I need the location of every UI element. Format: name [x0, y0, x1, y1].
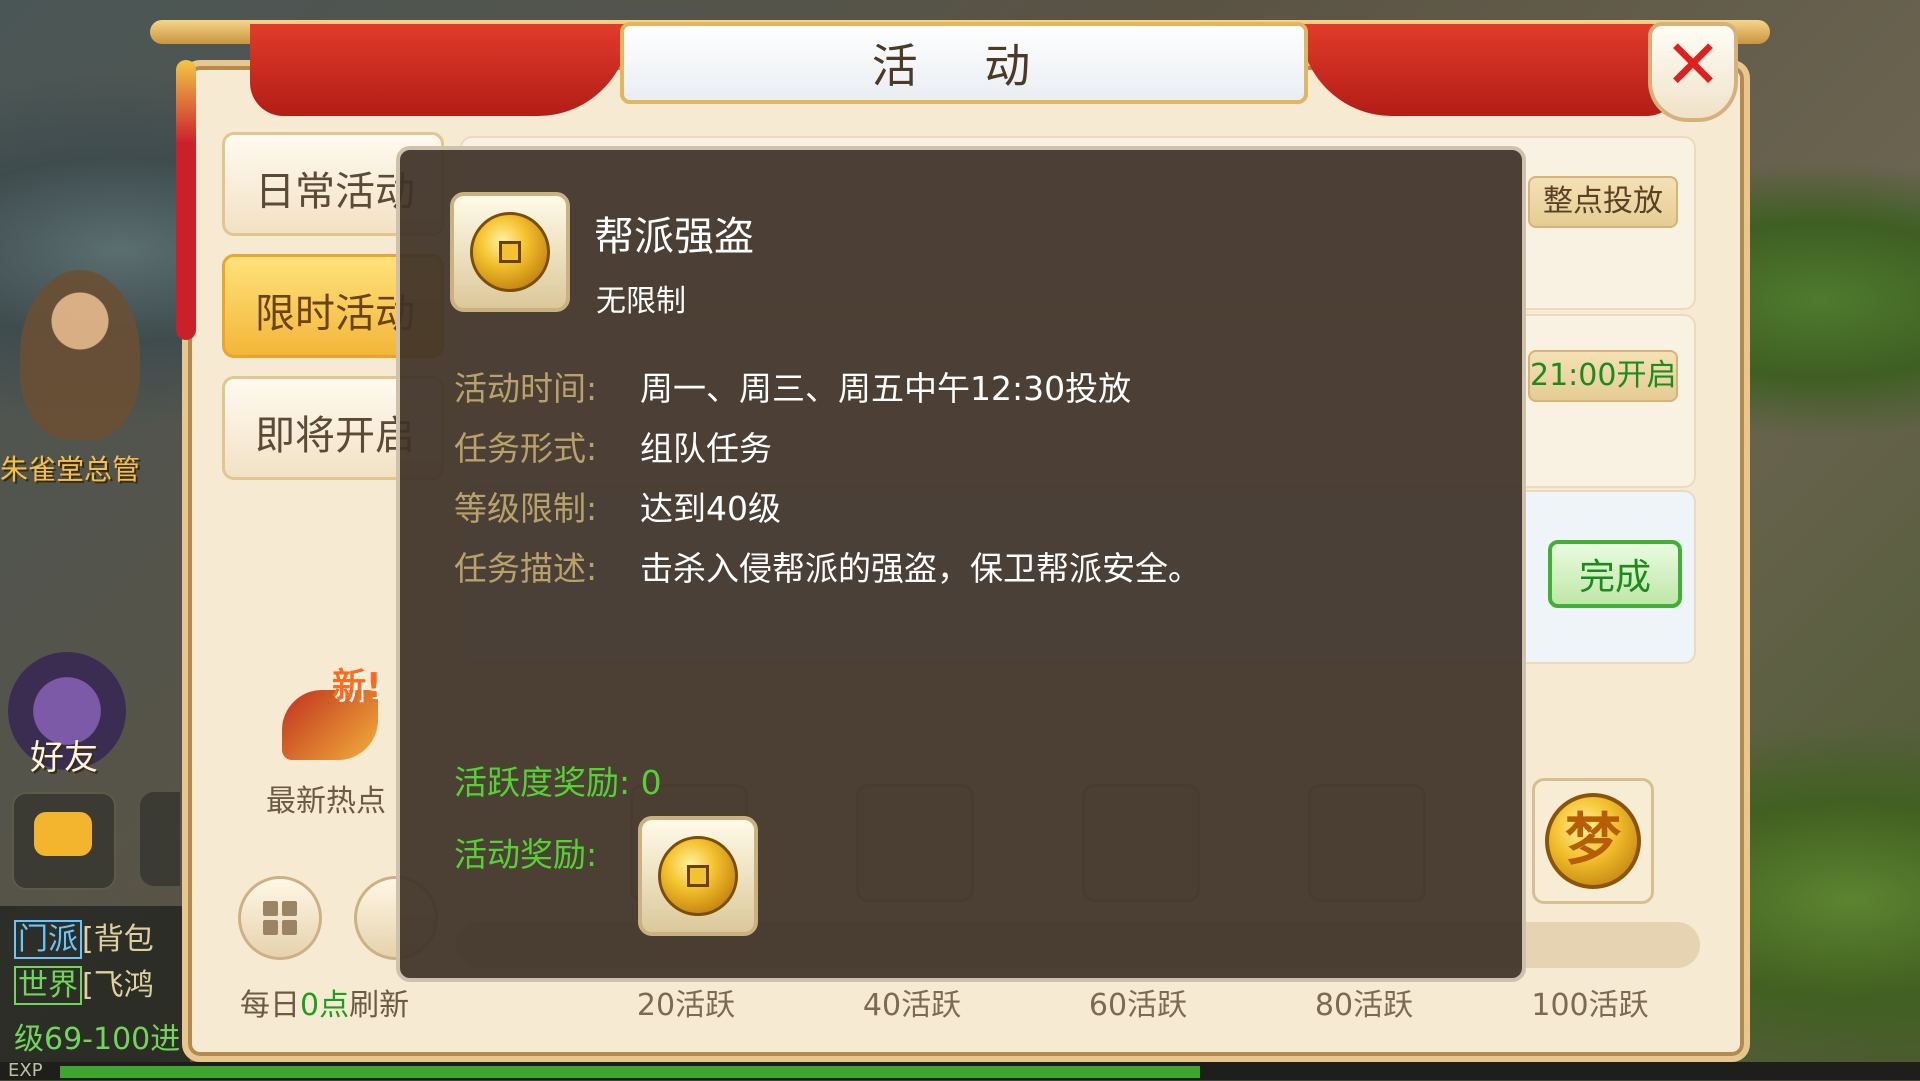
- activity-points-row: 活跃度奖励: 0: [454, 756, 662, 804]
- open-time-label: 21:00开启: [1530, 358, 1677, 393]
- friend-label: 好友: [30, 738, 98, 778]
- npc-name: 朱雀堂总管: [0, 453, 141, 486]
- tab-label: 日常活动: [255, 169, 415, 215]
- coin-hole: [687, 865, 709, 887]
- grid-menu-button[interactable]: [238, 876, 322, 960]
- field-label-level: 等级限制:: [454, 489, 598, 528]
- complete-label: 完成: [1578, 557, 1651, 598]
- hot-news-label: 最新热点: [266, 784, 386, 819]
- field-value-type: 组队任务: [640, 429, 772, 468]
- dream-coin-icon: 梦: [1545, 793, 1641, 889]
- popup-title: 帮派强盗: [594, 214, 754, 260]
- chat-row: 级69-100进: [14, 1022, 181, 1057]
- exp-label: EXP: [8, 1060, 43, 1081]
- curtain-right: [1300, 24, 1680, 116]
- new-badge: 新!: [332, 666, 382, 706]
- field-label-time: 活动时间:: [454, 369, 598, 408]
- curtain-left: [250, 24, 630, 116]
- tick-label: 20活跃: [636, 988, 736, 1023]
- npc-character[interactable]: [20, 270, 140, 440]
- coin-hole: [499, 241, 521, 263]
- open-time-button[interactable]: 21:00开启: [1528, 350, 1678, 402]
- reward-chest-100[interactable]: 梦: [1532, 778, 1654, 904]
- activity-points-label: 活跃度奖励:: [454, 763, 631, 802]
- tick-label: 60活跃: [1088, 988, 1188, 1023]
- tab-label: 即将开启: [255, 413, 415, 459]
- field-value-time: 周一、周三、周五中午12:30投放: [640, 369, 1132, 408]
- tick-label: 40活跃: [862, 988, 962, 1023]
- gold-coin-icon: [658, 836, 738, 916]
- popup-subtitle: 无限制: [596, 284, 686, 319]
- activity-icon-frame: [450, 192, 570, 312]
- hourly-drop-label: 整点投放: [1543, 184, 1663, 219]
- exp-bar-fill: [60, 1066, 1200, 1078]
- dream-coin-char: 梦: [1565, 808, 1621, 873]
- field-value-level: 达到40级: [640, 489, 781, 528]
- reward-item-slot[interactable]: [638, 816, 758, 936]
- field-value-desc: 击杀入侵帮派的强盗，保卫帮派安全。: [640, 549, 1201, 588]
- daily-refresh-label: 每日0点刷新: [240, 988, 410, 1023]
- tick-label: 100活跃: [1531, 988, 1649, 1023]
- hourly-drop-button[interactable]: 整点投放: [1528, 176, 1678, 228]
- chat-bubble-icon: [34, 812, 92, 856]
- field-label-desc: 任务描述:: [454, 549, 598, 588]
- activity-points-value: 0: [640, 763, 662, 802]
- chat-row: 世界 [飞鸿: [14, 960, 154, 1005]
- gold-coin-icon: [470, 212, 550, 292]
- grid-icon: [263, 901, 297, 935]
- window-title: 活 动: [871, 39, 1057, 93]
- tab-label: 限时活动: [255, 291, 415, 337]
- reward-label: 活动奖励:: [454, 835, 598, 874]
- tick-label: 80活跃: [1314, 988, 1414, 1023]
- close-x-icon[interactable]: ✕: [1648, 26, 1738, 105]
- voice-button[interactable]: [140, 792, 180, 886]
- field-label-type: 任务形式:: [454, 429, 598, 468]
- tassel-decoration: [176, 60, 196, 340]
- chat-row: 门派 [背包: [14, 914, 154, 959]
